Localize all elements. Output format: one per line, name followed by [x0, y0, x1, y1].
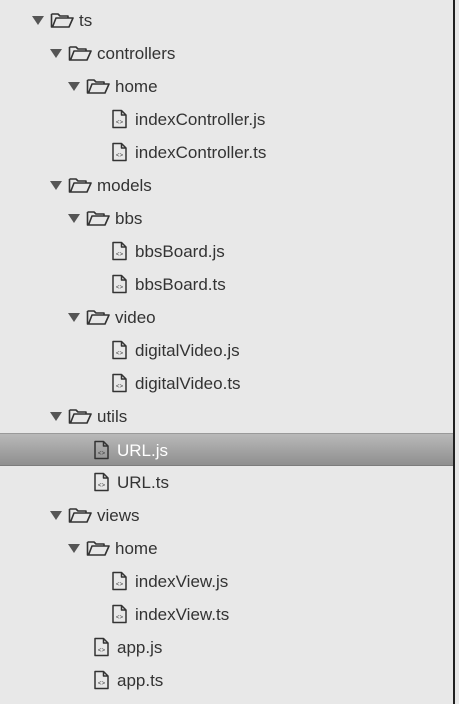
svg-text:<>: <> [116, 152, 124, 159]
tree-item-label: video [115, 308, 156, 327]
tree-folder-row[interactable]: home [0, 532, 453, 565]
svg-text:<>: <> [116, 119, 124, 126]
code-file-icon: <> [93, 472, 110, 497]
tree-item-label: indexController.js [135, 110, 266, 129]
tree-file-row[interactable]: <> URL.js [0, 433, 453, 466]
code-file-icon: <> [93, 670, 110, 695]
svg-text:<>: <> [116, 350, 124, 357]
open-folder-icon [86, 539, 110, 562]
code-file-icon: <> [111, 241, 128, 266]
tree-folder-row[interactable]: bbs [0, 202, 453, 235]
tree-item-label: URL.ts [117, 473, 169, 492]
open-folder-icon [50, 11, 74, 34]
tree-folder-row[interactable]: utils [0, 400, 453, 433]
tree-folder-row[interactable]: video [0, 301, 453, 334]
tree-item-label: models [97, 176, 152, 195]
svg-text:<>: <> [116, 383, 124, 390]
tree-file-row[interactable]: <> app.js [0, 631, 453, 664]
open-folder-icon [68, 407, 92, 430]
tree-folder-row[interactable]: ts [0, 4, 453, 37]
svg-text:<>: <> [98, 482, 106, 489]
panel-divider [453, 0, 455, 704]
open-folder-icon [68, 506, 92, 529]
tree-item-label: digitalVideo.ts [135, 374, 241, 393]
tree-item-label: bbsBoard.js [135, 242, 225, 261]
tree-item-label: bbs [115, 209, 143, 228]
svg-text:<>: <> [116, 284, 124, 291]
tree-file-row[interactable]: <> bbsBoard.ts [0, 268, 453, 301]
svg-text:<>: <> [98, 450, 106, 457]
triangle-down-icon[interactable] [68, 544, 80, 553]
tree-item-label: digitalVideo.js [135, 341, 240, 360]
tree-item-label: ts [79, 11, 93, 30]
tree-folder-row[interactable]: views [0, 499, 453, 532]
tree-folder-row[interactable]: models [0, 169, 453, 202]
tree-file-row[interactable]: <> bbsBoard.js [0, 235, 453, 268]
tree-item-label: home [115, 539, 158, 558]
tree-file-row[interactable]: <> indexController.js [0, 103, 453, 136]
open-folder-icon [68, 176, 92, 199]
tree-folder-row[interactable]: controllers [0, 37, 453, 70]
code-file-icon: <> [111, 571, 128, 596]
tree-file-row[interactable]: <> digitalVideo.ts [0, 367, 453, 400]
code-file-icon: <> [93, 440, 110, 465]
code-file-icon: <> [111, 604, 128, 629]
svg-text:<>: <> [98, 647, 106, 654]
tree-file-row[interactable]: <> digitalVideo.js [0, 334, 453, 367]
triangle-down-icon[interactable] [32, 16, 44, 25]
tree-item-label: app.ts [117, 671, 164, 690]
open-folder-icon [68, 44, 92, 67]
code-file-icon: <> [111, 373, 128, 398]
code-file-icon: <> [93, 637, 110, 662]
tree-item-label: controllers [97, 44, 176, 63]
open-folder-icon [86, 77, 110, 100]
open-folder-icon [86, 209, 110, 232]
triangle-down-icon[interactable] [68, 82, 80, 91]
tree-item-label: URL.js [117, 441, 169, 460]
code-file-icon: <> [111, 109, 128, 134]
tree-item-label: indexView.ts [135, 605, 230, 624]
code-file-icon: <> [111, 142, 128, 167]
code-file-icon: <> [111, 340, 128, 365]
svg-text:<>: <> [116, 614, 124, 621]
tree-item-label: utils [97, 407, 128, 426]
tree-item-label: indexView.js [135, 572, 229, 591]
triangle-down-icon[interactable] [68, 214, 80, 223]
svg-text:<>: <> [98, 680, 106, 687]
open-folder-icon [86, 308, 110, 331]
triangle-down-icon[interactable] [50, 412, 62, 421]
tree-file-row[interactable]: <> indexController.ts [0, 136, 453, 169]
tree-item-label: bbsBoard.ts [135, 275, 226, 294]
tree-file-row[interactable]: <> app.ts [0, 664, 453, 697]
tree-file-row[interactable]: <> indexView.ts [0, 598, 453, 631]
tree-item-label: home [115, 77, 158, 96]
tree-item-label: views [97, 506, 140, 525]
file-tree: ts controllers home <> indexController.js <> i… [0, 0, 453, 704]
triangle-down-icon[interactable] [50, 49, 62, 58]
triangle-down-icon[interactable] [50, 181, 62, 190]
triangle-down-icon[interactable] [50, 511, 62, 520]
tree-item-label: app.js [117, 638, 163, 657]
tree-file-row[interactable]: <> URL.ts [0, 466, 453, 499]
svg-text:<>: <> [116, 581, 124, 588]
triangle-down-icon[interactable] [68, 313, 80, 322]
tree-folder-row[interactable]: home [0, 70, 453, 103]
svg-text:<>: <> [116, 251, 124, 258]
code-file-icon: <> [111, 274, 128, 299]
tree-file-row[interactable]: <> indexView.js [0, 565, 453, 598]
tree-item-label: indexController.ts [135, 143, 267, 162]
